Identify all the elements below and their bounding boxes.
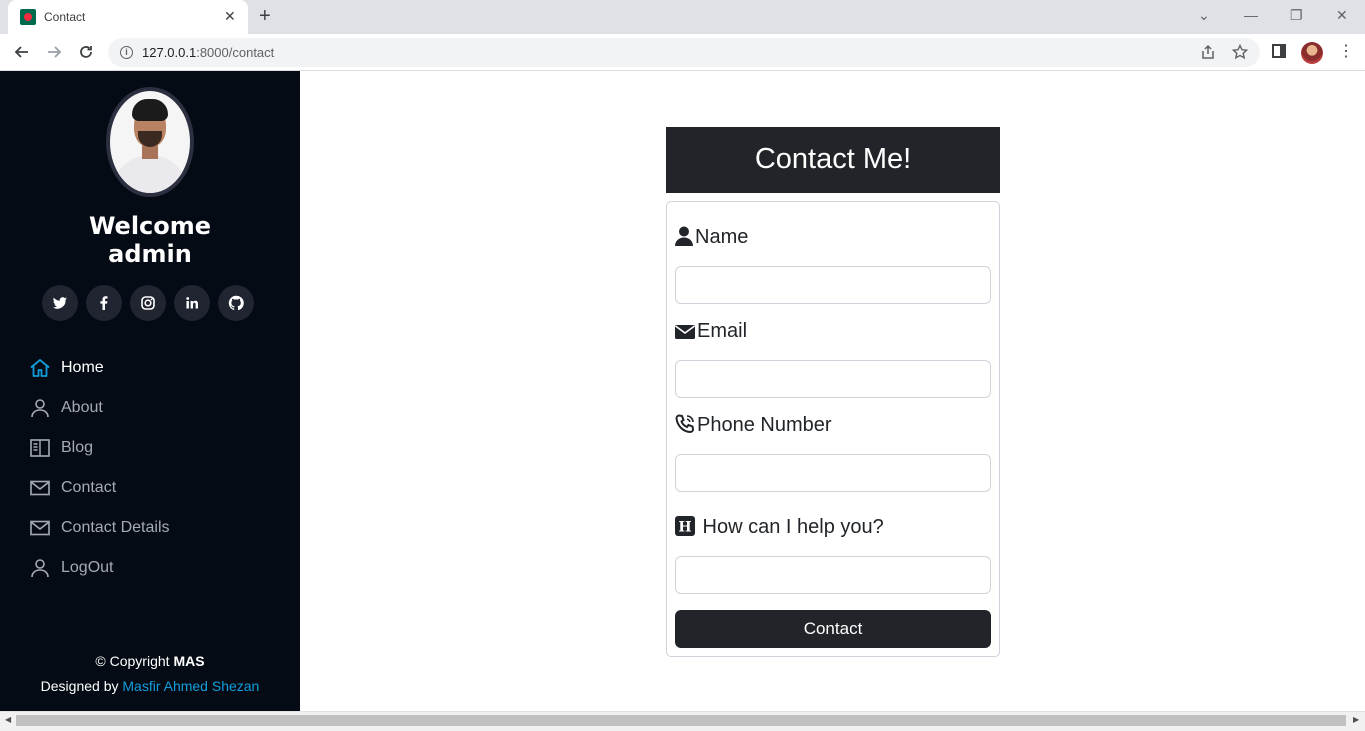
new-tab-button[interactable]: + (259, 5, 271, 27)
contact-form: Name Email Phone Number H How can I help… (666, 201, 1000, 657)
profile-photo-frame (106, 87, 194, 197)
sidebar-item-label: LogOut (61, 559, 114, 576)
sidebar-item-contact-details[interactable]: Contact Details (29, 517, 289, 541)
designer-credit: Designed by Masfir Ahmed Shezan (40, 678, 260, 694)
sidebar-item-blog[interactable]: Blog (29, 437, 289, 461)
name-field[interactable] (675, 266, 991, 304)
minimize-button[interactable]: — (1244, 6, 1258, 24)
site-info-icon[interactable]: i (120, 46, 133, 59)
sidebar-item-logout[interactable]: LogOut (29, 557, 289, 581)
restore-button[interactable]: ❐ (1290, 6, 1303, 24)
help-field[interactable] (675, 556, 991, 594)
share-arrow-icon (1202, 44, 1214, 59)
github-icon (228, 295, 244, 311)
contact-submit-button[interactable]: Contact (675, 610, 991, 648)
sidebar-item-label: Blog (61, 439, 94, 456)
bookmark-star-icon[interactable] (1231, 43, 1249, 64)
sidebar-item-label: About (61, 399, 103, 416)
welcome-heading: Welcome admin (88, 212, 212, 268)
instagram-link[interactable] (130, 285, 166, 321)
github-link[interactable] (218, 285, 254, 321)
h-square-icon: H (675, 516, 695, 536)
sidebar-item-contact[interactable]: Contact (29, 477, 289, 501)
linkedin-link[interactable] (174, 285, 210, 321)
forward-arrow-icon (48, 46, 62, 58)
scroll-right-icon[interactable]: ▶ (1353, 715, 1359, 725)
facebook-icon (100, 296, 108, 310)
envelope-icon (675, 325, 695, 339)
phone-label: Phone Number (675, 414, 832, 437)
forward-button[interactable] (43, 41, 65, 63)
email-label: Email (675, 320, 747, 343)
help-label: H How can I help you? (675, 516, 884, 539)
reload-button[interactable] (75, 41, 97, 63)
address-bar[interactable]: i 127.0.0.1:8000/contact (108, 38, 1260, 67)
phone-field[interactable] (675, 454, 991, 492)
envelope-icon (30, 480, 50, 496)
instagram-icon (141, 296, 155, 310)
book-icon (30, 439, 50, 457)
name-label: Name (675, 226, 748, 249)
browser-menu-icon[interactable]: ⋮ (1338, 42, 1354, 62)
scrollbar-thumb[interactable] (16, 715, 1346, 726)
browser-tab[interactable]: Contact ✕ (8, 0, 248, 34)
reload-icon (80, 46, 92, 58)
tab-close-icon[interactable]: ✕ (224, 8, 236, 24)
scroll-left-icon[interactable]: ◀ (5, 715, 11, 725)
profile-photo (110, 91, 190, 193)
person-icon (31, 559, 49, 578)
page-title: Contact Me! (666, 127, 1000, 193)
linkedin-icon (186, 297, 198, 309)
share-icon[interactable] (1200, 44, 1216, 64)
tab-search-chevron-icon[interactable]: ⌄ (1198, 6, 1210, 24)
back-button[interactable] (11, 41, 33, 63)
email-field[interactable] (675, 360, 991, 398)
home-icon (30, 359, 50, 377)
facebook-link[interactable] (86, 285, 122, 321)
browser-tab-strip: Contact ✕ + ⌄ — ❐ ✕ (0, 0, 1365, 34)
profile-avatar[interactable] (1301, 42, 1323, 64)
close-window-button[interactable]: ✕ (1336, 6, 1348, 24)
sidebar-item-home[interactable]: Home (29, 357, 289, 381)
copyright-text: © Copyright MAS (95, 653, 205, 669)
side-panel-icon[interactable] (1272, 44, 1286, 58)
horizontal-scrollbar[interactable]: ◀ ▶ (0, 711, 1365, 728)
envelope-icon (30, 520, 50, 536)
browser-toolbar: i 127.0.0.1:8000/contact ⋮ (0, 34, 1365, 71)
sidebar-item-about[interactable]: About (29, 397, 289, 421)
star-icon (1231, 43, 1249, 60)
sidebar-item-label: Contact Details (61, 519, 170, 536)
twitter-link[interactable] (42, 285, 78, 321)
sidebar-item-label: Contact (61, 479, 117, 496)
designer-link[interactable]: Masfir Ahmed Shezan (122, 678, 259, 694)
svg-text:H: H (678, 520, 691, 536)
sidebar: Welcome admin Home About Blog Contact Co… (0, 71, 300, 711)
flag-favicon-icon (20, 9, 36, 25)
tab-title: Contact (44, 10, 86, 24)
twitter-icon (52, 297, 67, 309)
person-icon (31, 399, 49, 418)
back-arrow-icon (14, 46, 28, 58)
phone-icon (675, 414, 695, 434)
url-text: 127.0.0.1:8000/contact (142, 45, 275, 60)
user-icon (675, 226, 693, 246)
sidebar-item-label: Home (61, 359, 104, 376)
